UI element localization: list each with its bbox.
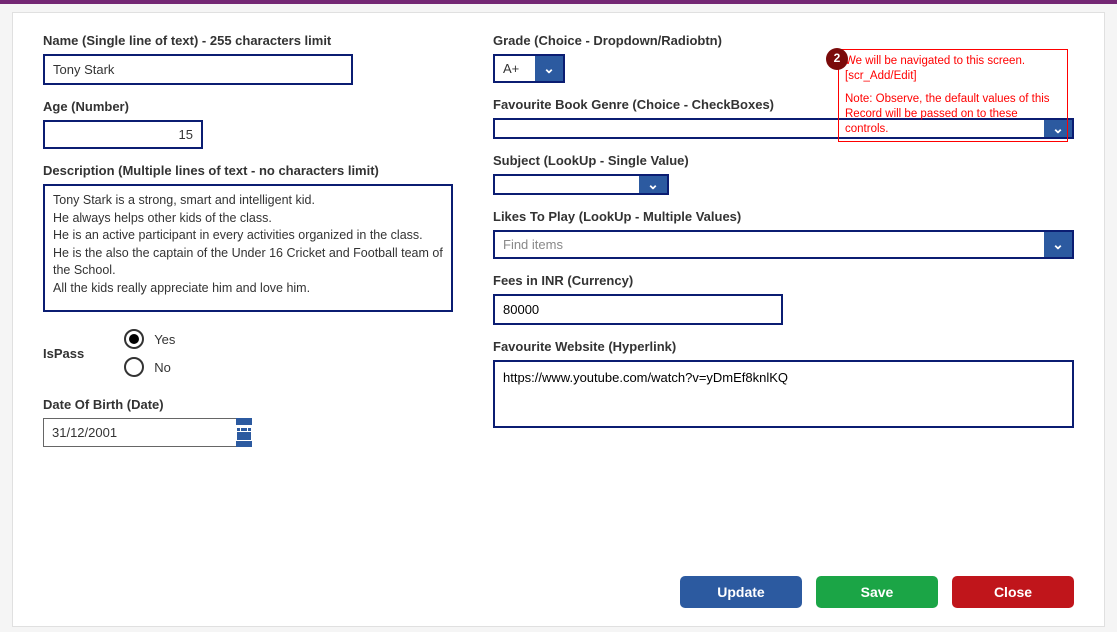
grade-dropdown[interactable]: A+ ⌄: [493, 54, 565, 83]
dob-calendar-button[interactable]: [236, 418, 252, 447]
website-label: Favourite Website (Hyperlink): [493, 339, 1074, 354]
subject-dropdown[interactable]: ⌄: [493, 174, 669, 195]
annotation-line2: [scr_Add/Edit]: [845, 69, 1061, 84]
dob-input[interactable]: [43, 418, 236, 447]
annotation-note: Note: Observe, the default values of thi…: [845, 92, 1061, 137]
ispass-yes-label: Yes: [154, 332, 175, 347]
likes-placeholder: Find items: [495, 232, 1044, 257]
subject-value: [495, 176, 639, 193]
chevron-down-icon: ⌄: [1052, 236, 1064, 253]
annotation-step-badge: 2: [826, 48, 848, 70]
ispass-no-label: No: [154, 360, 171, 375]
left-column: Name (Single line of text) - 255 charact…: [43, 33, 463, 461]
description-textarea[interactable]: [43, 184, 453, 312]
fees-input[interactable]: [493, 294, 783, 325]
likes-dropdown[interactable]: Find items ⌄: [493, 230, 1074, 259]
fees-label: Fees in INR (Currency): [493, 273, 1074, 288]
grade-dropdown-button[interactable]: ⌄: [535, 56, 563, 81]
calendar-icon: [236, 425, 252, 441]
subject-label: Subject (LookUp - Single Value): [493, 153, 1074, 168]
age-label: Age (Number): [43, 99, 463, 114]
likes-label: Likes To Play (LookUp - Multiple Values): [493, 209, 1074, 224]
age-input[interactable]: [43, 120, 203, 149]
ispass-radio-no[interactable]: No: [124, 357, 175, 377]
save-button[interactable]: Save: [816, 576, 938, 608]
radio-icon-checked: [124, 329, 144, 349]
dob-label: Date Of Birth (Date): [43, 397, 463, 412]
grade-label: Grade (Choice - Dropdown/Radiobtn): [493, 33, 1074, 48]
subject-dropdown-button[interactable]: ⌄: [639, 176, 667, 193]
name-input[interactable]: [43, 54, 353, 85]
radio-icon-unchecked: [124, 357, 144, 377]
likes-dropdown-button[interactable]: ⌄: [1044, 232, 1072, 257]
chevron-down-icon: ⌄: [647, 176, 659, 193]
website-input[interactable]: [493, 360, 1074, 428]
close-button[interactable]: Close: [952, 576, 1074, 608]
update-button[interactable]: Update: [680, 576, 802, 608]
description-label: Description (Multiple lines of text - no…: [43, 163, 463, 178]
annotation-line1: We will be navigated to this screen.: [845, 54, 1061, 69]
form-panel: 2 We will be navigated to this screen. […: [12, 12, 1105, 627]
tutorial-annotation: 2 We will be navigated to this screen. […: [838, 49, 1068, 142]
ispass-label: IsPass: [43, 346, 84, 361]
name-label: Name (Single line of text) - 255 charact…: [43, 33, 463, 48]
action-buttons: Update Save Close: [680, 576, 1074, 608]
app-top-bar: [0, 0, 1117, 4]
grade-value: A+: [495, 56, 535, 81]
chevron-down-icon: ⌄: [543, 60, 555, 77]
ispass-radio-yes[interactable]: Yes: [124, 329, 175, 349]
